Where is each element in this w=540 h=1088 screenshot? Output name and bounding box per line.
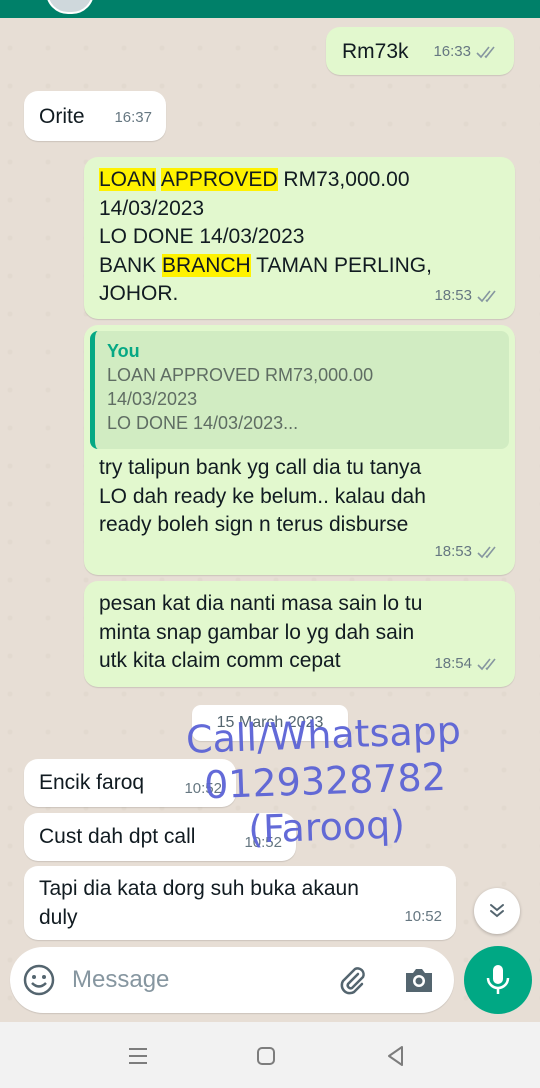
message-bubble-outgoing[interactable]: Rm73k 16:33 xyxy=(326,27,514,75)
nav-back-icon[interactable] xyxy=(382,1042,410,1070)
message-text: Orite xyxy=(39,105,85,128)
message-meta: 18:53 xyxy=(434,282,501,311)
message-input[interactable]: Message xyxy=(72,966,169,994)
message-time: 18:53 xyxy=(434,286,472,304)
attach-icon[interactable] xyxy=(336,964,368,996)
system-nav-bar xyxy=(0,1022,540,1088)
nav-home-icon[interactable] xyxy=(252,1042,280,1070)
emoji-icon[interactable] xyxy=(22,963,56,997)
avatar[interactable] xyxy=(46,0,94,14)
mic-button[interactable] xyxy=(464,946,532,1014)
message-time: 16:33 xyxy=(433,42,471,60)
message-meta: 16:37 xyxy=(114,104,152,133)
app-header xyxy=(0,0,540,18)
nav-recents-icon[interactable] xyxy=(124,1042,152,1070)
quote-author: You xyxy=(107,341,140,361)
highlighted-word: BRANCH xyxy=(162,253,251,277)
message-meta: 18:53 xyxy=(434,538,501,567)
message-bubble-outgoing[interactable]: pesan kat dia nanti masa sain lo tu mint… xyxy=(84,581,515,687)
message-text: Tapi dia kata dorg suh buka akaun duly xyxy=(39,877,359,929)
message-line: LO DONE 14/03/2023 xyxy=(99,225,305,248)
quoted-message[interactable]: You LOAN APPROVED RM73,000.00 14/03/2023… xyxy=(90,331,509,449)
message-meta: 16:33 xyxy=(433,38,500,67)
read-receipt-icon xyxy=(477,546,496,558)
message-line: JOHOR. xyxy=(99,282,179,305)
message-bubble-incoming[interactable]: Tapi dia kata dorg suh buka akaun duly 1… xyxy=(24,866,456,940)
watermark-overlay: Call/Whatsapp 0129328782 (Farooq) xyxy=(163,706,488,855)
message-line: BANK BRANCH TAMAN PERLING, xyxy=(99,252,432,281)
highlighted-word: APPROVED xyxy=(160,168,278,191)
message-meta: 18:54 xyxy=(434,650,501,679)
read-receipt-icon xyxy=(477,658,496,670)
message-bubble-incoming[interactable]: Orite 16:37 xyxy=(24,91,166,141)
message-time: 10:52 xyxy=(404,907,442,925)
message-bubble-outgoing[interactable]: LOAN APPROVED RM73,000.00 14/03/2023 LO … xyxy=(84,157,515,319)
message-time: 18:54 xyxy=(434,654,472,672)
message-time: 18:53 xyxy=(434,542,472,560)
message-text: try talipun bank yg call dia tu tanya LO… xyxy=(99,456,426,536)
message-text: Rm73k xyxy=(342,40,409,63)
message-fragment: TAMAN PERLING, xyxy=(250,253,432,277)
message-line: LOAN APPROVED RM73,000.00 xyxy=(99,166,432,195)
message-text: pesan kat dia nanti masa sain lo tu mint… xyxy=(99,592,423,672)
message-composer[interactable]: Message xyxy=(10,947,454,1013)
read-receipt-icon xyxy=(476,46,495,58)
message-bubble-outgoing[interactable]: You LOAN APPROVED RM73,000.00 14/03/2023… xyxy=(84,325,515,575)
message-fragment: BANK xyxy=(99,253,163,277)
message-text: Encik faroq xyxy=(39,771,145,794)
read-receipt-icon xyxy=(477,290,496,302)
camera-icon[interactable] xyxy=(402,964,436,996)
scroll-down-icon xyxy=(490,904,504,918)
message-line: 14/03/2023 xyxy=(99,196,205,220)
message-time: 16:37 xyxy=(114,108,152,126)
scroll-down-button[interactable] xyxy=(474,888,520,934)
mic-icon xyxy=(486,965,510,994)
message-text: LOAN APPROVED RM73,000.00 14/03/2023 LO … xyxy=(99,166,432,309)
message-fragment: RM73,000.00 xyxy=(277,168,410,191)
quote-text: LOAN APPROVED RM73,000.00 14/03/2023 LO … xyxy=(107,365,374,433)
message-meta: 10:52 xyxy=(404,903,442,932)
highlighted-word: LOAN xyxy=(99,168,157,191)
